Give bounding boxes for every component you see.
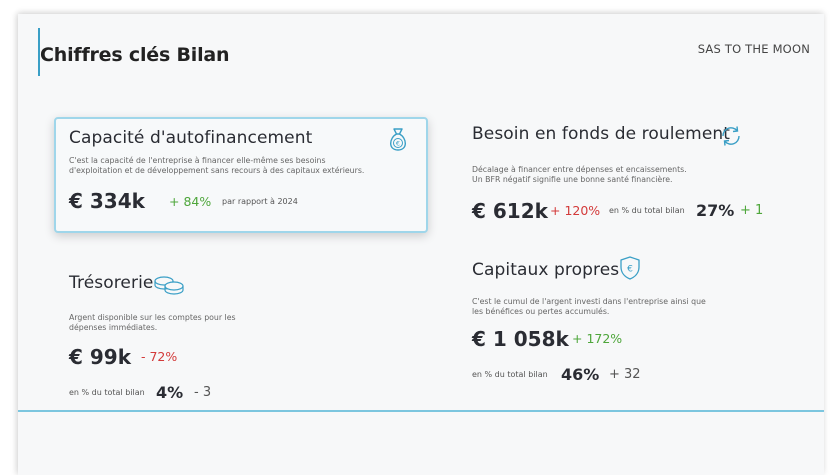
tresorerie-pct-delta: - 3 [194,385,212,400]
tresorerie-description-1: Argent disponible sur les comptes pour l… [69,313,236,322]
svg-text:€: € [627,265,633,275]
svg-text:€: € [396,140,400,148]
capitaux-description-1: C'est le cumul de l'argent investi dans … [472,297,706,306]
capitaux-pct-label: en % du total bilan [472,370,548,379]
capitaux-delta: + 172% [572,331,623,346]
section-divider [18,410,824,412]
capitaux-value: € 1 058k [472,327,569,351]
tresorerie-description-2: dépenses immédiates. [69,323,158,332]
caf-description-2: d'exploitation et de développement sans … [69,166,365,175]
tresorerie-value: € 99k [69,345,132,369]
caf-description-1: C'est la capacité de l'entreprise à fina… [69,156,326,165]
tresorerie-pct: 4% [156,383,184,402]
tresorerie-delta: - 72% [141,349,178,364]
bfr-description-1: Décalage à financer entre dépenses et en… [472,165,687,174]
tresorerie-title: Trésorerie [69,273,154,293]
tresorerie-pct-label: en % du total bilan [69,388,145,397]
money-bag-icon: € [389,128,407,151]
capitaux-pct-delta: + 32 [609,367,641,382]
caf-value: € 334k [69,189,145,213]
caf-title: Capacité d'autofinancement [69,128,313,148]
refresh-cycle-icon [722,126,740,146]
euro-shield-icon: € [620,256,640,280]
caf-delta: + 84% [169,194,212,209]
dashboard-panel [18,14,824,475]
bfr-title: Besoin en fonds de roulement [472,124,731,144]
bfr-description-2: Un BFR négatif signifie une bonne santé … [472,175,673,184]
company-name: SAS TO THE MOON [697,42,810,56]
bfr-delta: + 120% [550,203,601,218]
coins-icon [154,276,184,295]
bfr-pct-label: en % du total bilan [609,206,685,215]
bfr-pct: 27% [696,201,735,220]
capitaux-pct: 46% [561,365,600,384]
bfr-value: € 612k [472,199,548,223]
bfr-pct-delta: + 1 [740,203,764,218]
capitaux-title: Capitaux propres [472,260,620,280]
page-title: Chiffres clés Bilan [40,44,230,66]
capitaux-description-2: les bénéfices ou pertes accumulés. [472,307,610,316]
caf-delta-note: par rapport à 2024 [222,197,298,206]
